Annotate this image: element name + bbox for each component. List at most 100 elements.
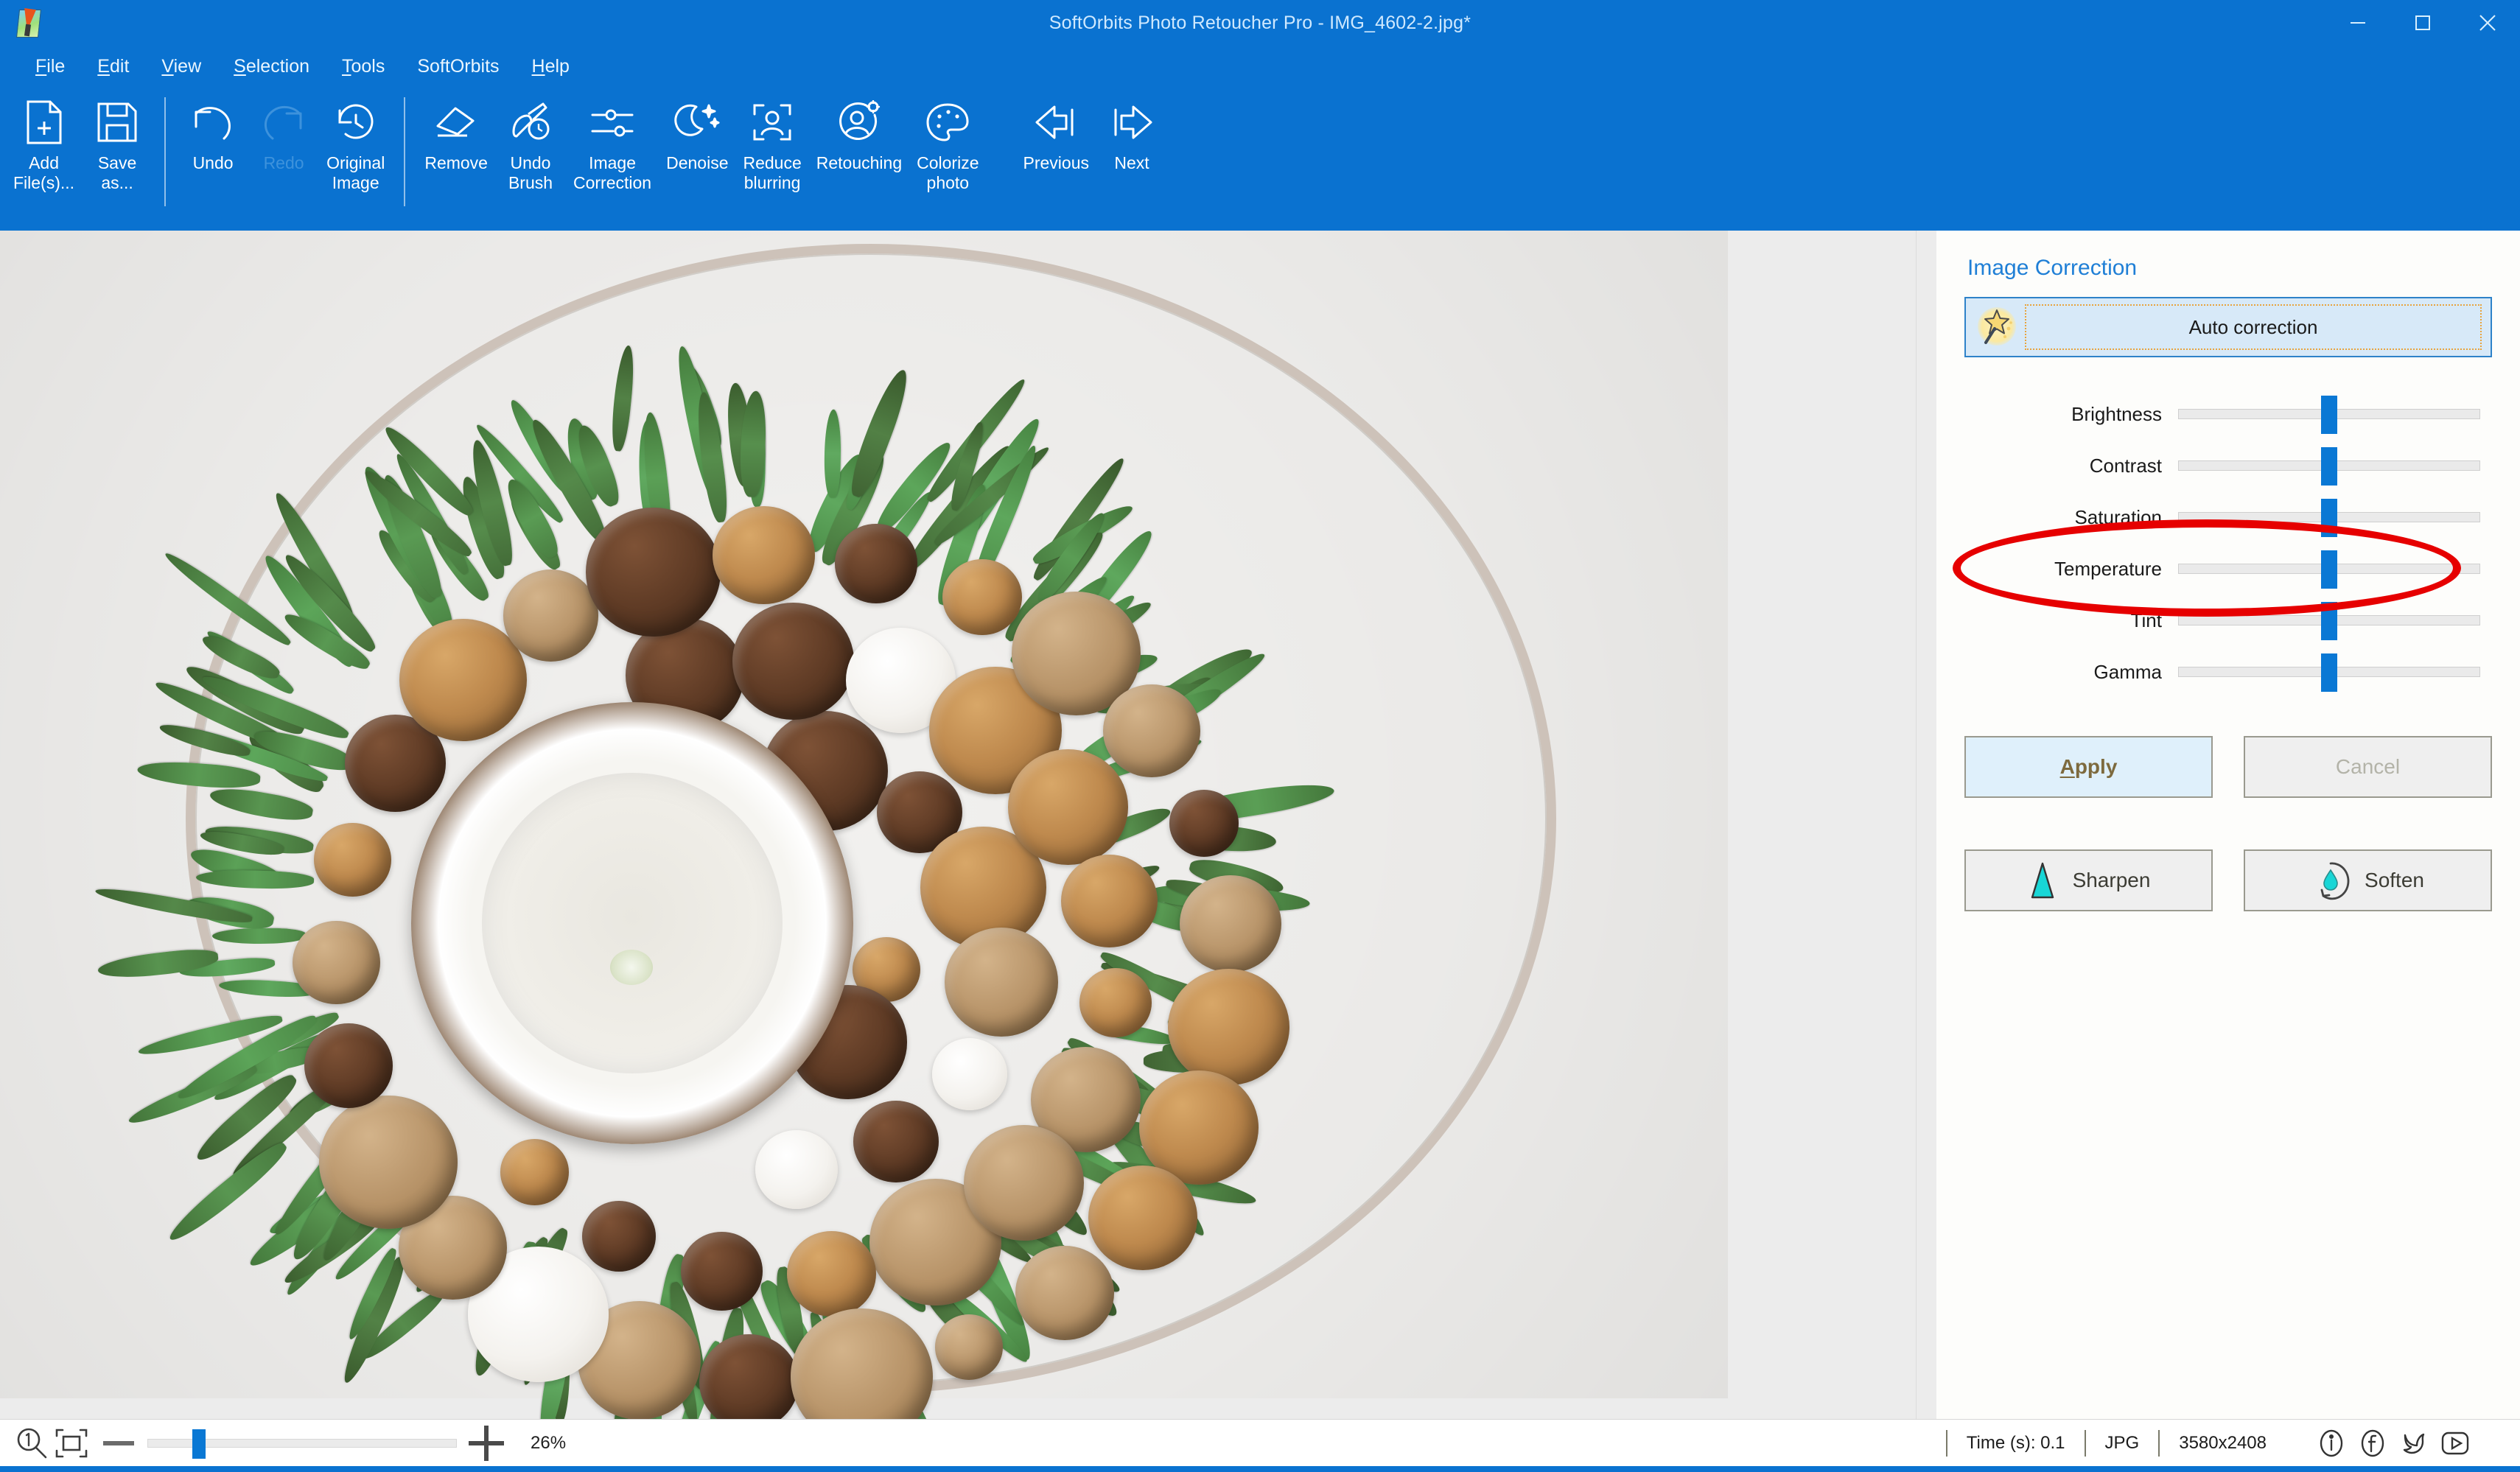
close-icon[interactable] [2455, 0, 2520, 46]
toolbar-label: Undo [192, 153, 234, 172]
menu-bar: File Edit View Selection Tools SoftOrbit… [0, 46, 2520, 87]
soften-button[interactable]: Soften [2244, 849, 2492, 911]
apply-button[interactable]: Apply [1964, 736, 2213, 798]
nut [1079, 968, 1152, 1037]
auto-correction-button[interactable]: Auto correction [1964, 297, 2492, 357]
history-clock-icon [334, 97, 378, 147]
slider-row-tint: Tint [1964, 595, 2492, 646]
app-logo-icon [13, 7, 46, 39]
panel-title: Image Correction [1967, 256, 2138, 280]
person-gear-icon [836, 97, 882, 147]
toolbar-label: Retouching [816, 153, 903, 172]
slider-thumb-gamma[interactable] [2321, 653, 2337, 692]
slider-label-brightness: Brightness [2071, 402, 2162, 425]
toolbar-label: Next [1114, 153, 1149, 172]
toolbar-label: Original Image [326, 153, 385, 192]
info-icon[interactable] [2312, 1424, 2351, 1462]
menu-item-file[interactable]: File [19, 52, 81, 82]
magic-wand-icon [1975, 304, 2020, 350]
toolbar-label: Colorize photo [917, 153, 979, 192]
nut [304, 1023, 393, 1108]
apply-mnemonic: A [2059, 755, 2075, 778]
nut [399, 618, 527, 741]
rosemary-leaf [97, 946, 220, 983]
menu-item-softorbits[interactable]: SoftOrbits [401, 52, 515, 82]
toolbar-button-undo[interactable]: Undo [178, 87, 248, 173]
zoom-out-icon[interactable] [103, 1440, 134, 1445]
nut [581, 1200, 657, 1272]
sharpen-button[interactable]: Sharpen [1964, 849, 2213, 911]
toolbar-label: Save as... [97, 153, 137, 192]
slider-track-saturation[interactable] [2178, 499, 2480, 537]
toolbar-button-save-as[interactable]: Save as... [82, 87, 153, 193]
nut [1103, 684, 1200, 778]
rosemary-leaf [824, 409, 841, 499]
facebook-icon[interactable] [2353, 1424, 2392, 1462]
toolbar-button-previous[interactable]: Previous [1016, 87, 1096, 173]
toolbar-button-denoise[interactable]: Denoise [659, 87, 735, 173]
slider-track-brightness[interactable] [2178, 396, 2480, 434]
slider-track-contrast[interactable] [2178, 447, 2480, 486]
slider-thumb-tint[interactable] [2321, 602, 2337, 640]
image-canvas[interactable] [0, 231, 1916, 1419]
minimize-icon[interactable] [2325, 0, 2390, 46]
eraser-icon [433, 97, 479, 147]
toolbar-label: Remove [424, 153, 488, 172]
toolbar-button-next[interactable]: Next [1096, 87, 1167, 173]
redo-arrow-icon [261, 97, 307, 147]
toolbar-button-reduce-blurring[interactable]: Reduce blurring [735, 87, 808, 193]
sharpen-triangle-icon [2027, 861, 2058, 900]
youtube-icon[interactable] [2436, 1424, 2474, 1462]
menu-item-view-rest: iew [173, 55, 202, 77]
toolbar-button-original-image[interactable]: Original Image [319, 87, 392, 193]
menu-item-view[interactable]: View [145, 52, 217, 82]
resize-grip-icon[interactable] [2486, 1434, 2505, 1453]
toolbar-button-remove[interactable]: Remove [417, 87, 495, 173]
menu-item-tools[interactable]: Tools [326, 52, 401, 82]
zoom-fit-icon[interactable] [52, 1423, 91, 1463]
canvas-panel-gutter [1916, 231, 1936, 1419]
zoom-slider-thumb[interactable] [192, 1429, 206, 1459]
slider-label-saturation: Saturation [2074, 505, 2162, 528]
rosemary-leaf [136, 759, 262, 791]
toolbar-button-retouching[interactable]: Retouching [809, 87, 909, 173]
nut [586, 508, 721, 637]
toolbar-button-add-files[interactable]: Add File(s)... [6, 87, 82, 193]
slider-row-temperature: Temperature [1964, 543, 2492, 595]
menu-item-edit[interactable]: Edit [81, 52, 145, 82]
menu-item-selection[interactable]: Selection [217, 52, 326, 82]
cancel-label: Cancel [2335, 755, 2401, 778]
brush-clock-icon [508, 97, 553, 147]
toolbar-button-undo-brush[interactable]: Undo Brush [495, 87, 566, 193]
cotton-boll [755, 1130, 838, 1210]
maximize-icon[interactable] [2390, 0, 2455, 46]
slider-row-brightness: Brightness [1964, 388, 2492, 440]
menu-item-help[interactable]: Help [516, 52, 586, 82]
slider-thumb-temperature[interactable] [2321, 550, 2337, 589]
toolbar-button-image-correction[interactable]: Image Correction [566, 87, 659, 193]
toolbar-label: Image Correction [573, 153, 652, 192]
slider-thumb-contrast[interactable] [2321, 447, 2337, 486]
nut [1015, 1245, 1114, 1340]
slider-thumb-saturation[interactable] [2321, 499, 2337, 537]
nut [1007, 749, 1128, 865]
rosemary-leaf [196, 869, 315, 890]
slider-thumb-brightness[interactable] [2321, 396, 2337, 434]
slider-row-gamma: Gamma [1964, 646, 2492, 698]
menu-item-file-rest: ile [46, 55, 66, 77]
zoom-in-icon[interactable] [469, 1425, 504, 1461]
slider-track-tint[interactable] [2178, 602, 2480, 640]
zoom-percent-label: 26% [531, 1432, 567, 1453]
toolbar-button-colorize-photo[interactable]: Colorize photo [909, 87, 986, 193]
rosemary-leaf [211, 928, 306, 944]
nut [1180, 875, 1281, 972]
arrow-right-bar-icon [1108, 97, 1155, 147]
nut [1167, 969, 1289, 1086]
slider-label-contrast: Contrast [2089, 454, 2162, 477]
slider-track-temperature[interactable] [2178, 550, 2480, 589]
zoom-actual-size-icon[interactable] [12, 1423, 52, 1463]
nut [963, 1124, 1085, 1241]
slider-track-gamma[interactable] [2178, 653, 2480, 692]
twitter-icon[interactable] [2395, 1424, 2433, 1462]
zoom-slider[interactable] [147, 1429, 457, 1459]
